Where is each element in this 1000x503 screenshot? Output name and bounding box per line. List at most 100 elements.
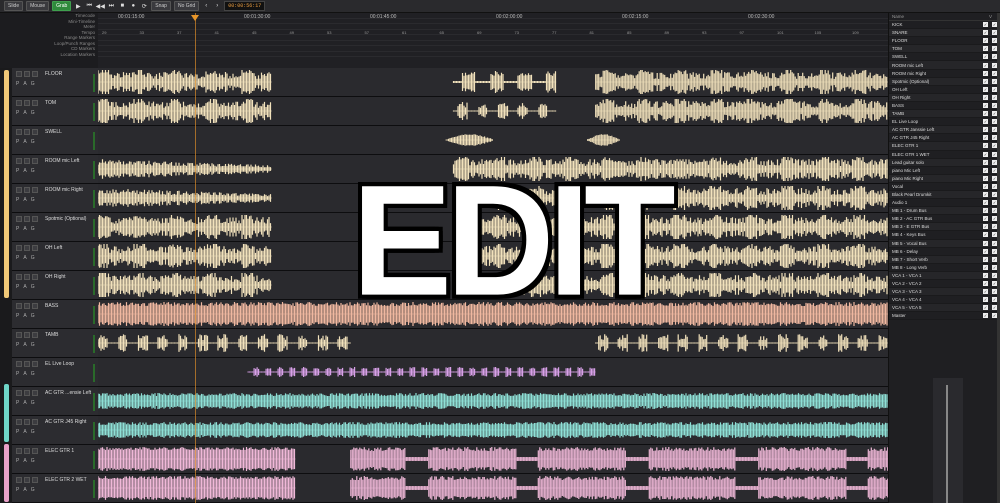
panel-track-row[interactable]: Master ✓ ✓ <box>889 312 1000 321</box>
track-lane[interactable] <box>98 474 888 502</box>
region-waveform[interactable] <box>98 329 888 357</box>
region-waveform[interactable] <box>98 387 888 415</box>
track-lane[interactable] <box>98 416 888 444</box>
playlist-icon[interactable]: P <box>16 168 19 174</box>
visible-checkbox[interactable]: ✓ <box>983 183 988 189</box>
solo-button[interactable] <box>32 361 38 367</box>
visible-checkbox[interactable]: ✓ <box>983 313 988 319</box>
panel-track-row[interactable]: MB 4 - Keys Bus ✓ ✓ <box>889 231 1000 240</box>
play-icon[interactable]: ▶ <box>74 2 82 10</box>
edit-mode-mouse-button[interactable]: Mouse <box>26 1 50 11</box>
group-tab-ac-gtr[interactable] <box>4 384 9 442</box>
visible-checkbox[interactable]: ✓ <box>983 224 988 230</box>
panel-track-row[interactable]: MB 6 - Delay ✓ ✓ <box>889 248 1000 256</box>
panel-track-row[interactable]: AC GTR Janssie Left ✓ ✓ <box>889 126 1000 135</box>
record-arm-button[interactable] <box>16 129 22 135</box>
region-waveform[interactable] <box>98 126 888 154</box>
automation-icon[interactable]: A <box>23 400 26 406</box>
track-name[interactable]: OH Right <box>45 274 66 280</box>
track-name[interactable]: AC GTR J45 Right <box>45 419 86 425</box>
skip-forward-icon[interactable]: ⏭ <box>107 2 115 10</box>
track-name[interactable]: SWELL <box>45 129 62 135</box>
visible-checkbox[interactable]: ✓ <box>983 102 988 108</box>
visible-checkbox[interactable]: ✓ <box>983 264 988 270</box>
name-column-header[interactable]: Name <box>892 13 989 20</box>
solo-button[interactable] <box>32 100 38 106</box>
playlist-icon[interactable]: P <box>16 226 19 232</box>
automation-icon[interactable]: A <box>23 168 26 174</box>
group-icon[interactable]: G <box>31 139 35 145</box>
playlist-icon[interactable]: P <box>16 81 19 87</box>
panel-track-row[interactable]: OH Left ✓ ✓ <box>889 86 1000 94</box>
region-waveform[interactable] <box>98 474 888 502</box>
solo-button[interactable] <box>32 187 38 193</box>
region-waveform[interactable] <box>98 445 888 473</box>
automation-icon[interactable]: A <box>23 371 26 377</box>
panel-track-row[interactable]: MB 1 - Drum Bus ✓ ✓ <box>889 207 1000 216</box>
track-row[interactable]: P A G TOM <box>12 97 888 126</box>
group-tab-e-gtr[interactable] <box>4 444 9 502</box>
record-arm-button[interactable] <box>16 303 22 309</box>
track-row[interactable]: P A G ELEC GTR 2 WET <box>12 474 888 503</box>
mute-button[interactable] <box>24 419 30 425</box>
track-row[interactable]: P A G EL Live Loop <box>12 358 888 387</box>
track-row[interactable]: P A G ELEC GTR 1 <box>12 445 888 474</box>
track-lane[interactable] <box>98 68 888 96</box>
track-header[interactable]: P A G EL Live Loop <box>12 358 98 386</box>
panel-track-row[interactable]: MB 5 - Vocal Bus ✓ ✓ <box>889 239 1000 248</box>
visible-checkbox[interactable]: ✓ <box>983 216 988 222</box>
track-header[interactable]: P A G OH Right <box>12 271 98 299</box>
group-icon[interactable]: G <box>31 371 35 377</box>
automation-icon[interactable]: A <box>23 226 26 232</box>
record-arm-button[interactable] <box>16 274 22 280</box>
grab-mode-button[interactable]: Grab <box>52 1 72 11</box>
record-arm-button[interactable] <box>16 477 22 483</box>
solo-button[interactable] <box>32 448 38 454</box>
mute-button[interactable] <box>24 158 30 164</box>
track-name[interactable]: ROOM mic Right <box>45 187 83 193</box>
automation-icon[interactable]: A <box>23 255 26 261</box>
playlist-icon[interactable]: P <box>16 255 19 261</box>
playlist-icon[interactable]: P <box>16 400 19 406</box>
panel-track-row[interactable]: ROOM mic Left ✓ ✓ <box>889 61 1000 70</box>
group-tabs[interactable] <box>0 68 12 503</box>
track-header[interactable]: P A G AC GTR ...ensie Left <box>12 387 98 415</box>
track-header[interactable]: P A G SWELL <box>12 126 98 154</box>
track-name[interactable]: AC GTR ...ensie Left <box>45 390 91 396</box>
panel-track-row[interactable]: MB 2 - AC GTR Bus ✓ ✓ <box>889 215 1000 224</box>
playlist-icon[interactable]: P <box>16 139 19 145</box>
panel-track-row[interactable]: ELEC GTR 1 WET ✓ ✓ <box>889 151 1000 159</box>
panel-track-row[interactable]: Audio 1 ✓ ✓ <box>889 199 1000 208</box>
track-name[interactable]: OH Left <box>45 245 62 251</box>
visible-checkbox[interactable]: ✓ <box>983 78 988 84</box>
mute-button[interactable] <box>24 448 30 454</box>
visible-checkbox[interactable]: ✓ <box>983 135 988 141</box>
solo-button[interactable] <box>32 303 38 309</box>
visible-checkbox[interactable]: ✓ <box>983 281 988 287</box>
track-lane[interactable] <box>98 445 888 473</box>
panel-track-row[interactable]: VCA 2 - VCA 2 ✓ ✓ <box>889 280 1000 289</box>
region-waveform[interactable] <box>98 97 888 125</box>
record-arm-button[interactable] <box>16 245 22 251</box>
group-icon[interactable]: G <box>31 81 35 87</box>
track-lane[interactable] <box>98 126 888 154</box>
stop-icon[interactable]: ■ <box>118 2 126 10</box>
visible-checkbox[interactable]: ✓ <box>983 256 988 262</box>
track-name[interactable]: ELEC GTR 1 <box>45 448 74 454</box>
grid-select[interactable]: No Grid <box>173 1 200 11</box>
visible-checkbox[interactable]: ✓ <box>983 30 988 36</box>
visible-checkbox[interactable]: ✓ <box>983 192 988 198</box>
visible-checkbox[interactable]: ✓ <box>983 127 988 133</box>
visible-checkbox[interactable]: ✓ <box>983 22 988 28</box>
record-icon[interactable]: ● <box>129 2 137 10</box>
record-arm-button[interactable] <box>16 419 22 425</box>
visible-checkbox[interactable]: ✓ <box>983 46 988 52</box>
record-arm-button[interactable] <box>16 216 22 222</box>
visible-checkbox[interactable]: ✓ <box>983 159 988 165</box>
visible-checkbox[interactable]: ✓ <box>983 289 988 295</box>
panel-track-row[interactable]: AC GTR J45 Right ✓ ✓ <box>889 134 1000 143</box>
panel-track-row[interactable]: VCA 5 - VCA 5 ✓ ✓ <box>889 304 1000 313</box>
panel-track-row[interactable]: TAMB ✓ ✓ <box>889 110 1000 119</box>
playlist-icon[interactable]: P <box>16 371 19 377</box>
visible-checkbox[interactable]: ✓ <box>983 175 988 181</box>
